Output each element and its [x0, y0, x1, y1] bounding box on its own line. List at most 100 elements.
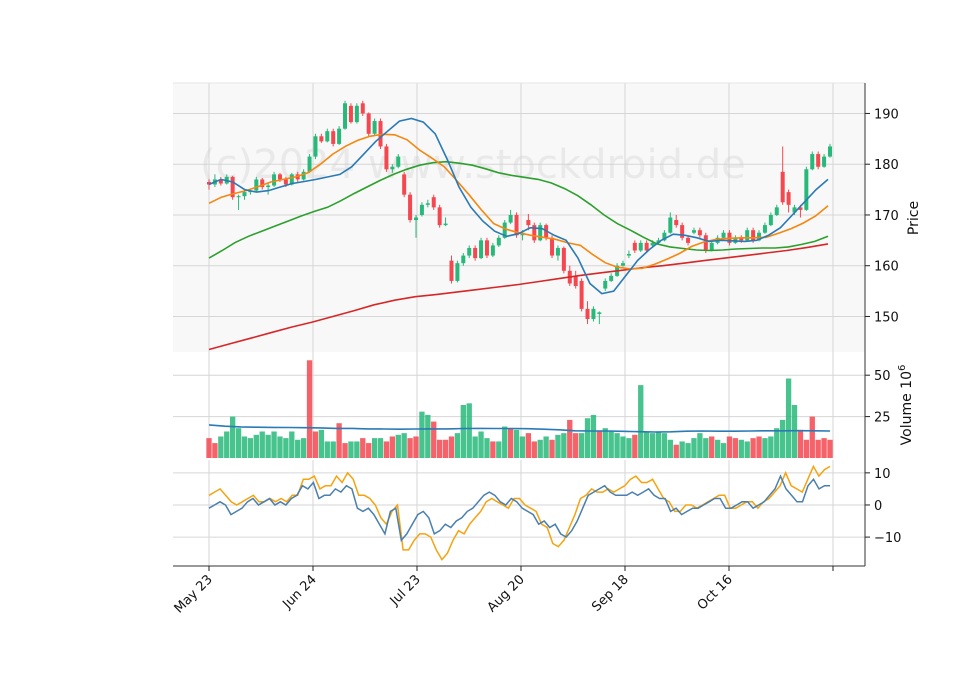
candle-body-62 [573, 275, 578, 287]
volume-bar-56 [537, 439, 543, 458]
volume-bar-93 [756, 436, 762, 458]
volume-bar-40 [442, 439, 449, 458]
volume-bar-21 [330, 441, 336, 458]
volume-bar-47 [484, 438, 490, 458]
candle-body-22 [337, 128, 342, 144]
volume-bar-85 [709, 436, 715, 458]
candle-body-10 [266, 185, 271, 188]
price-ytick-label-0: 150 [874, 310, 899, 325]
indicator-panel-background [173, 460, 865, 566]
candle-body-11 [272, 174, 277, 186]
candle-body-39 [437, 207, 442, 226]
price-ytick-label-2: 170 [874, 209, 899, 224]
volume-bar-103 [815, 439, 821, 458]
volume-bar-0 [206, 438, 212, 458]
volume-bar-16 [300, 438, 307, 458]
volume-bar-19 [318, 429, 325, 458]
volume-bar-86 [714, 439, 721, 458]
volume-bar-5 [235, 428, 242, 458]
volume-bar-102 [809, 416, 815, 458]
volume-bar-45 [472, 436, 478, 458]
volume-bar-33 [401, 433, 407, 458]
volume-bar-88 [726, 436, 733, 458]
candle-body-37 [425, 203, 430, 205]
volume-bar-67 [602, 428, 608, 458]
volume-bar-8 [253, 434, 259, 458]
price-ytick-label-1: 160 [874, 260, 899, 275]
candle-body-98 [786, 192, 791, 205]
candle-body-92 [751, 230, 756, 241]
volume-bar-26 [360, 438, 366, 458]
volume-bar-27 [366, 443, 372, 458]
candle-body-70 [621, 263, 625, 266]
volume-bar-94 [762, 438, 768, 458]
volume-bar-71 [626, 438, 632, 458]
stock-chart: (c)2024 www.stockdroid.de 15016017018019… [0, 0, 960, 690]
volume-bar-76 [655, 431, 662, 458]
volume-bar-20 [324, 441, 330, 458]
volume-bar-73 [638, 385, 644, 458]
volume-bar-37 [425, 414, 431, 458]
candle-body-20 [325, 131, 330, 142]
volume-bar-75 [649, 433, 656, 458]
volume-bar-78 [667, 439, 673, 458]
price-ytick-label-3: 180 [874, 158, 899, 173]
volume-bar-34 [407, 438, 413, 458]
volume-bar-48 [490, 441, 496, 458]
price-axis-label: Price [906, 201, 922, 235]
volume-bar-77 [661, 433, 668, 458]
volume-bar-3 [224, 431, 230, 458]
volume-bar-95 [768, 436, 774, 458]
candle-body-36 [419, 204, 424, 215]
volume-bar-12 [277, 436, 283, 458]
volume-bar-13 [283, 438, 289, 458]
candle-body-71 [626, 254, 631, 256]
volume-ytick-label-1: 50 [874, 369, 891, 384]
volume-bar-100 [797, 429, 804, 458]
volume-bar-101 [803, 439, 810, 458]
candle-body-102 [810, 154, 815, 170]
volume-bar-97 [780, 419, 786, 458]
volume-bar-72 [632, 434, 638, 458]
candle-body-33 [402, 174, 407, 195]
volume-bar-62 [573, 433, 579, 458]
candle-body-104 [822, 156, 827, 167]
indicator-ytick-label-1: 0 [874, 499, 882, 514]
candle-body-74 [644, 242, 649, 251]
candle-body-66 [597, 312, 602, 314]
volume-bar-63 [578, 433, 585, 458]
indicator-ytick-label-2: 10 [874, 467, 891, 482]
candle-body-103 [816, 154, 821, 167]
volume-bar-39 [436, 439, 443, 458]
candle-body-85 [709, 242, 714, 251]
candle-body-18 [313, 136, 318, 157]
volume-bar-10 [265, 434, 271, 458]
volume-bar-92 [750, 438, 756, 458]
candle-body-67 [603, 280, 608, 289]
candle-body-19 [319, 136, 324, 142]
price-panel-background [173, 83, 865, 352]
volume-bar-15 [295, 439, 301, 458]
candle-body-58 [550, 237, 555, 256]
candle-body-68 [609, 275, 614, 281]
candle-body-78 [668, 217, 673, 233]
candle-body-26 [360, 103, 365, 114]
candle-body-23 [343, 103, 348, 129]
candle-body-49 [496, 237, 501, 246]
volume-bar-74 [643, 431, 650, 458]
candle-body-8 [254, 179, 259, 191]
volume-bar-83 [697, 433, 703, 458]
volume-bar-49 [496, 441, 502, 458]
candle-body-13 [283, 179, 288, 185]
volume-bar-23 [342, 443, 348, 458]
candle-body-25 [354, 105, 359, 123]
candle-body-27 [366, 113, 371, 134]
volume-bar-98 [785, 378, 792, 458]
volume-bar-14 [289, 431, 295, 458]
volume-bar-105 [827, 439, 833, 458]
volume-bar-17 [306, 360, 313, 458]
volume-bar-25 [354, 441, 360, 458]
candle-body-34 [408, 194, 413, 221]
volume-bar-42 [454, 433, 461, 458]
volume-bar-18 [312, 431, 319, 458]
